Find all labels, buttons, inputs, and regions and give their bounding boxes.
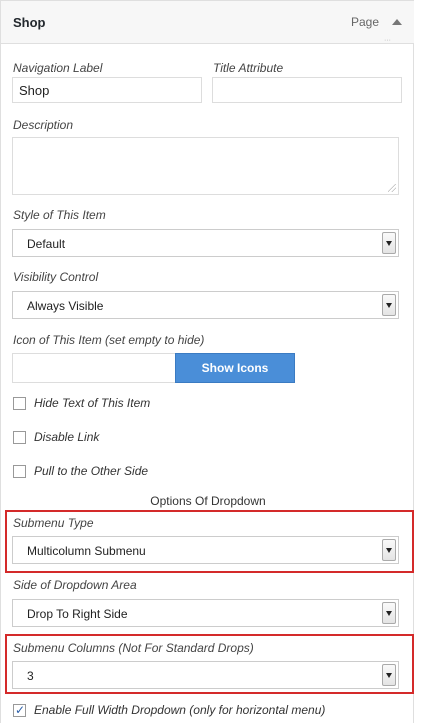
style-label: Style of This Item bbox=[13, 208, 106, 222]
description-textarea[interactable] bbox=[12, 137, 399, 195]
visibility-selected-value: Always Visible bbox=[27, 299, 104, 313]
submenu-type-selected-value: Multicolumn Submenu bbox=[27, 544, 146, 558]
hide-text-label: Hide Text of This Item bbox=[34, 396, 151, 410]
checkmark-icon: ✓ bbox=[15, 703, 26, 717]
resize-grip-icon[interactable] bbox=[388, 184, 396, 192]
collapse-arrow-icon[interactable] bbox=[392, 19, 402, 25]
side-of-dropdown-select[interactable]: Drop To Right Side bbox=[12, 599, 399, 627]
pull-other-side-checkbox[interactable] bbox=[13, 465, 26, 478]
visibility-label: Visibility Control bbox=[13, 270, 99, 284]
submenu-type-select[interactable]: Multicolumn Submenu bbox=[12, 536, 399, 564]
icon-input[interactable] bbox=[12, 353, 176, 383]
hide-text-checkbox[interactable] bbox=[13, 397, 26, 410]
visibility-select[interactable]: Always Visible bbox=[12, 291, 399, 319]
chevron-down-icon[interactable] bbox=[382, 232, 396, 254]
side-of-dropdown-label: Side of Dropdown Area bbox=[13, 578, 137, 592]
pull-other-side-label: Pull to the Other Side bbox=[34, 464, 149, 478]
navigation-label-label: Navigation Label bbox=[13, 61, 103, 75]
submenu-type-label: Submenu Type bbox=[13, 516, 94, 530]
style-selected-value: Default bbox=[27, 237, 66, 251]
menu-item-settings-panel: Shop Page ··· Navigation Label Shop Titl… bbox=[0, 0, 414, 723]
submenu-columns-select[interactable]: 3 bbox=[12, 661, 399, 689]
show-icons-button[interactable]: Show Icons bbox=[175, 353, 295, 383]
chevron-down-icon[interactable] bbox=[382, 664, 396, 686]
title-attribute-label: Title Attribute bbox=[213, 61, 284, 75]
title-attribute-input[interactable] bbox=[212, 77, 402, 103]
navigation-label-input[interactable]: Shop bbox=[12, 77, 202, 103]
side-of-dropdown-selected-value: Drop To Right Side bbox=[27, 607, 128, 621]
menu-item-type: Page bbox=[351, 15, 380, 29]
chevron-down-icon[interactable] bbox=[382, 294, 396, 316]
icon-label: Icon of This Item (set empty to hide) bbox=[13, 333, 205, 347]
full-width-label: Enable Full Width Dropdown (only for hor… bbox=[34, 703, 326, 717]
chevron-down-icon[interactable] bbox=[382, 539, 396, 561]
full-width-checkbox[interactable]: ✓ bbox=[13, 703, 26, 717]
disable-link-checkbox[interactable] bbox=[13, 431, 26, 444]
scroll-hint: ··· bbox=[384, 37, 391, 44]
disable-link-label: Disable Link bbox=[34, 430, 100, 444]
menu-item-title: Shop bbox=[13, 15, 46, 30]
submenu-columns-selected-value: 3 bbox=[27, 669, 34, 683]
style-select[interactable]: Default bbox=[12, 229, 399, 257]
dropdown-options-title: Options Of Dropdown bbox=[150, 494, 266, 508]
chevron-down-icon[interactable] bbox=[382, 602, 396, 624]
description-label: Description bbox=[13, 118, 74, 132]
menu-item-header[interactable]: Shop Page ··· bbox=[1, 0, 414, 44]
submenu-columns-label: Submenu Columns (Not For Standard Drops) bbox=[13, 641, 254, 655]
